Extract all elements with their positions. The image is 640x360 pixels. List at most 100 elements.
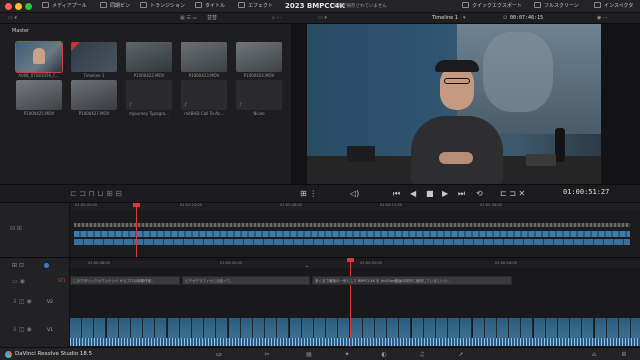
audio-track-overview[interactable] — [74, 239, 630, 245]
media-pool-icon — [42, 2, 49, 8]
quick-export-button[interactable]: クイックエクスポート — [462, 1, 522, 12]
color-wheel-icon[interactable]: ◉ ⋯ — [597, 13, 608, 24]
subtitle-clip[interactable]: このワタリックカウンテンツ からプロの映像作家... — [70, 276, 180, 285]
clip-frame-thumbnail — [472, 318, 485, 338]
clip-item[interactable]: ♪ mjourney Typogra... — [126, 80, 172, 116]
clip-thumbnail — [236, 42, 282, 72]
clip-item[interactable]: P1000425.MOV — [16, 80, 62, 116]
fullscreen-button[interactable]: フルスクリーン — [534, 1, 579, 12]
clip-frame-thumbnail — [497, 318, 509, 338]
snap-icon[interactable] — [44, 263, 49, 268]
clip-frame-thumbnail — [375, 318, 387, 338]
play-reverse-icon[interactable]: ◀ — [410, 190, 416, 198]
close-window-icon[interactable] — [5, 3, 12, 10]
fairlight-page-icon[interactable]: ♫ — [418, 351, 426, 358]
clip-frame-thumbnail — [204, 318, 217, 338]
clip-frame-thumbnail — [460, 318, 473, 338]
track-label-v2: V2 — [47, 300, 53, 305]
skip-start-icon[interactable]: ⏮ — [393, 190, 400, 198]
overview-playhead[interactable] — [136, 203, 137, 257]
lock-icon[interactable]: ⇓ ◫ ◉ — [12, 326, 32, 333]
play-icon[interactable]: ▶ — [442, 190, 448, 198]
clip-frame-thumbnail — [594, 318, 607, 338]
settings-icon[interactable]: ⚙ — [620, 351, 628, 358]
stop-icon[interactable]: ■ — [426, 190, 434, 198]
fusion-page-icon[interactable]: ✦ — [343, 351, 351, 358]
tab-transitions[interactable]: トランジション — [140, 1, 185, 12]
clip-item[interactable]: Timeline 1 — [71, 42, 117, 78]
inspector-button[interactable]: インスペクタ — [594, 1, 633, 12]
video-frame[interactable] — [307, 24, 601, 184]
chevron-down-icon[interactable]: ▾ — [463, 13, 466, 24]
tab-sync-bin[interactable]: 同期ビン — [100, 1, 130, 12]
search-icon[interactable]: ⌕ ⋯ — [272, 13, 281, 24]
clip-thumbnail: ♪ — [236, 80, 282, 110]
clip-item[interactable]: P1000423.MOV — [181, 42, 227, 78]
media-page-icon[interactable]: ▭ — [215, 351, 223, 358]
inspector-icon — [594, 2, 601, 8]
tab-media-pool[interactable]: メディアプール — [42, 1, 87, 12]
clip-thumbnail — [71, 42, 117, 72]
clip-frame-thumbnail — [545, 318, 558, 338]
cut-page-icon[interactable]: ✂ — [263, 351, 271, 358]
subtitle-clip[interactable]: ビデオグラフィカと出会って。 — [182, 276, 310, 285]
clip-frame-thumbnail — [448, 318, 461, 338]
playhead-handle[interactable] — [347, 258, 354, 262]
subtitle-track-overview[interactable] — [74, 223, 630, 227]
overview-ruler[interactable]: 01:00:00:00 01:01:24:00 01:02:48:00 01:0… — [70, 203, 640, 210]
zoom-dropdown[interactable]: ▭ ▾ — [318, 13, 327, 24]
tab-titles[interactable]: タイトル — [195, 1, 225, 12]
transition-icon — [140, 2, 147, 8]
resolve-logo-icon — [5, 351, 12, 358]
clip-item[interactable]: P1000427.MOV — [71, 80, 117, 116]
mark-in-icon[interactable]: ⊏ ⊐ ✕ — [500, 190, 525, 198]
clip-frame-thumbnail — [521, 318, 534, 338]
audio-waveform[interactable] — [70, 338, 640, 346]
loop-icon[interactable]: ⟲ — [476, 190, 483, 198]
timeline-name[interactable]: Timeline 1 — [432, 13, 458, 24]
skip-end-icon[interactable]: ⏭ — [458, 190, 465, 198]
clip-frame-thumbnail — [265, 318, 278, 338]
viewer-timecode-top: 00:07:46:15 — [510, 15, 544, 21]
clip-frame-thumbnail — [155, 318, 168, 338]
deliver-page-icon[interactable]: ➚ — [457, 351, 465, 358]
video-clip-v1[interactable] — [70, 318, 640, 338]
safe-area-icon[interactable]: ⊞ ⋮ — [300, 190, 317, 198]
clip-frame-thumbnail — [362, 318, 375, 338]
track-header-panel — [0, 258, 70, 348]
subtitle-clip[interactable]: 多くまで最後の一歩として BMPCC4K を YouTube動画の制作に使用して… — [312, 276, 512, 285]
clip-frame-thumbnail — [106, 318, 119, 338]
clip-frame-thumbnail — [240, 318, 253, 338]
tab-effects[interactable]: エフェクト — [238, 1, 273, 12]
edit-tool-icons[interactable]: ⊏ ⊐ ⊓ ⊔ ⊞ ⊟ — [70, 190, 122, 198]
timeline-overview: 01:00:00:00 01:01:24:00 01:02:48:00 01:0… — [0, 203, 640, 257]
minimize-window-icon[interactable] — [15, 3, 22, 10]
timeline-view-icon[interactable]: ⊞ ⊡ — [12, 262, 24, 269]
lock-icon[interactable]: ⇓ ◫ ◉ — [12, 298, 32, 305]
clip-thumbnail — [181, 42, 227, 72]
clip-item[interactable]: P1000424.MOV — [236, 42, 282, 78]
zoom-window-icon[interactable] — [25, 3, 32, 10]
subtitle-track-icon[interactable]: ▭ ◉ — [12, 278, 25, 285]
clip-thumbnail — [16, 80, 62, 110]
track-tools-icon[interactable]: ⊟ ⊞ — [10, 225, 22, 232]
video-track-overview[interactable] — [74, 231, 630, 237]
home-icon[interactable]: ⌂ — [590, 351, 598, 358]
edit-page-icon[interactable]: ▤ — [305, 351, 313, 358]
audio-icon[interactable]: ◁) — [350, 190, 359, 198]
clip-frame-thumbnail — [631, 318, 640, 338]
clip-item[interactable]: ♪ Niceo — [236, 80, 282, 116]
app-brand: DaVinci Resolve Studio 18.5 — [15, 351, 93, 357]
clip-item[interactable]: P1000422.MOV — [126, 42, 172, 78]
overview-playhead-handle[interactable] — [133, 203, 140, 207]
view-mode-icons[interactable]: ▦ ☰ ⚏ — [180, 13, 197, 24]
clip-frame-thumbnail — [216, 318, 229, 338]
clip-frame-thumbnail — [143, 318, 156, 338]
detail-ruler[interactable]: 01:00:48:00 01:00:50:00 01:00:52:00 01:0… — [70, 261, 640, 268]
color-page-icon[interactable]: ◐ — [380, 351, 388, 358]
timecode-icon: ⊙ — [503, 15, 508, 21]
sort-label[interactable]: 並替 — [207, 13, 217, 24]
clip-item[interactable]: ♪ mitBHD Call To Ac... — [181, 80, 227, 116]
bin-list-icon[interactable]: ▭ ▾ — [8, 13, 17, 24]
clip-item[interactable]: A008_07081056_C... — [15, 41, 63, 78]
